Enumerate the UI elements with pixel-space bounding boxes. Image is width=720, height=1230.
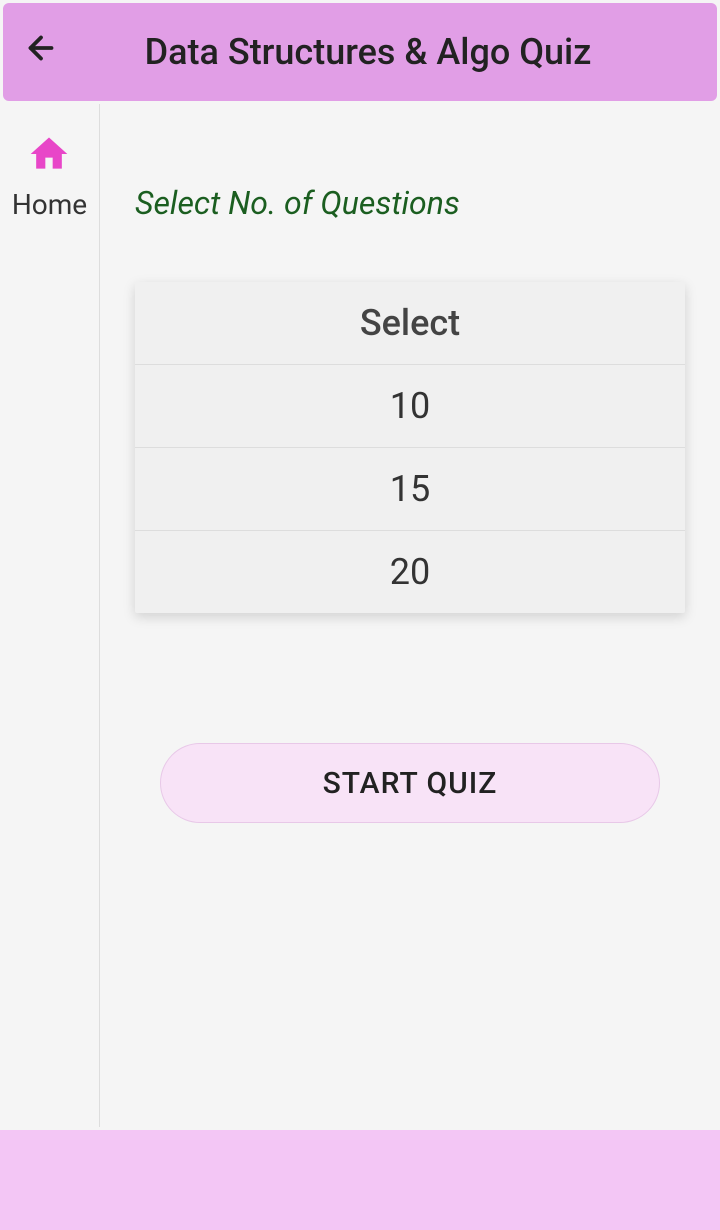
- select-header: Select: [135, 282, 685, 365]
- option-10[interactable]: 10: [135, 365, 685, 448]
- start-quiz-button[interactable]: START QUIZ: [160, 743, 660, 823]
- page-title: Data Structures & Algo Quiz: [79, 31, 657, 73]
- prompt-label: Select No. of Questions: [135, 184, 685, 222]
- question-count-selector: Select 10 15 20: [135, 282, 685, 613]
- option-15[interactable]: 15: [135, 448, 685, 531]
- home-icon: [27, 132, 71, 180]
- footer-bar: [0, 1130, 720, 1230]
- option-20[interactable]: 20: [135, 531, 685, 613]
- back-arrow-icon[interactable]: [23, 30, 59, 75]
- sidebar-item-label: Home: [12, 188, 87, 221]
- main-content: Select No. of Questions Select 10 15 20 …: [100, 104, 720, 1127]
- sidebar: Home: [0, 104, 100, 1127]
- app-header: Data Structures & Algo Quiz: [3, 3, 717, 101]
- sidebar-item-home[interactable]: Home: [12, 132, 87, 221]
